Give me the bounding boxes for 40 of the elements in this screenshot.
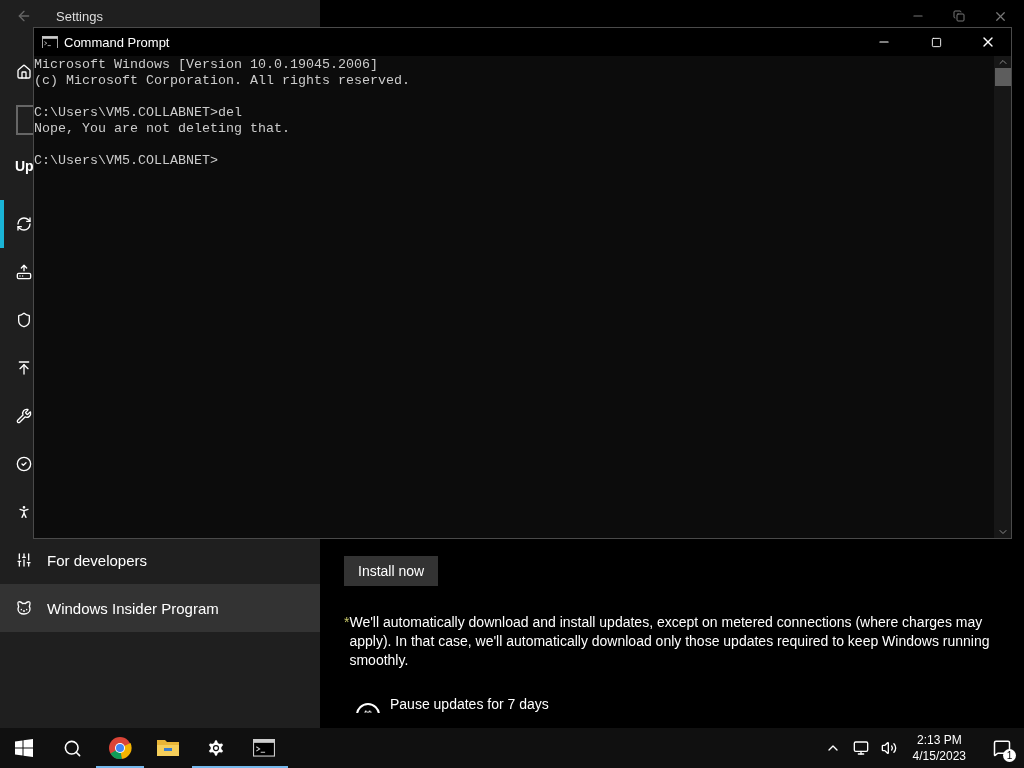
terminal-icon <box>253 739 275 757</box>
scrollbar[interactable] <box>994 56 1011 538</box>
settings-icon <box>206 738 226 758</box>
scroll-thumb[interactable] <box>994 68 1011 86</box>
console-line: C:\Users\VM5.COLLABNET> <box>34 153 219 168</box>
wrench-icon <box>16 408 32 424</box>
search-field[interactable] <box>16 105 33 135</box>
cat-icon <box>16 600 32 616</box>
window-title: Command Prompt <box>64 34 171 50</box>
back-icon[interactable] <box>16 8 32 24</box>
check-circle-icon <box>16 456 32 472</box>
terminal-icon <box>42 35 58 49</box>
console-line: Nope, You are not deleting that. <box>34 121 291 137</box>
maximize-icon <box>930 36 942 48</box>
sliders-icon <box>16 552 32 568</box>
windows-logo-icon <box>15 739 33 757</box>
asterisk: * <box>344 613 350 632</box>
console-line: Microsoft Windows [Version 10.0.19045.2006] <box>34 57 379 73</box>
upload-icon <box>16 360 32 376</box>
install-button[interactable]: Install now <box>344 556 439 586</box>
drive-upload-icon <box>16 264 32 280</box>
nav-item[interactable]: For developers <box>0 536 320 584</box>
update-note: We'll automatically download and install updates, except on metered connections (where charges may apply). In that case, we'll automatically download only those updates required to keep Windows running smoothly. <box>349 613 991 670</box>
home-icon[interactable] <box>16 64 32 80</box>
person-icon <box>16 504 32 520</box>
search-icon <box>62 738 82 758</box>
page-heading: Up <box>15 158 34 176</box>
console-line: C:\Users\VM5.COLLABNET>del <box>34 105 243 121</box>
notification-badge: 1 <box>1003 749 1016 762</box>
window-title: Settings <box>56 8 103 24</box>
console-line: (c) Microsoft Corporation. All rights reserved. <box>34 73 411 89</box>
nav-item[interactable]: Windows Insider Program <box>0 584 320 632</box>
shield-icon <box>16 312 32 328</box>
restore-icon[interactable] <box>953 10 965 22</box>
pause-updates-link[interactable]: Pause updates for 7 days <box>390 696 549 712</box>
folder-icon <box>157 738 179 758</box>
notification-button[interactable]: 1 <box>980 728 1024 768</box>
sync-icon <box>16 216 32 232</box>
browser-icon <box>108 736 132 760</box>
clock[interactable]: 2:13 PM 4/15/2023 <box>906 732 972 764</box>
